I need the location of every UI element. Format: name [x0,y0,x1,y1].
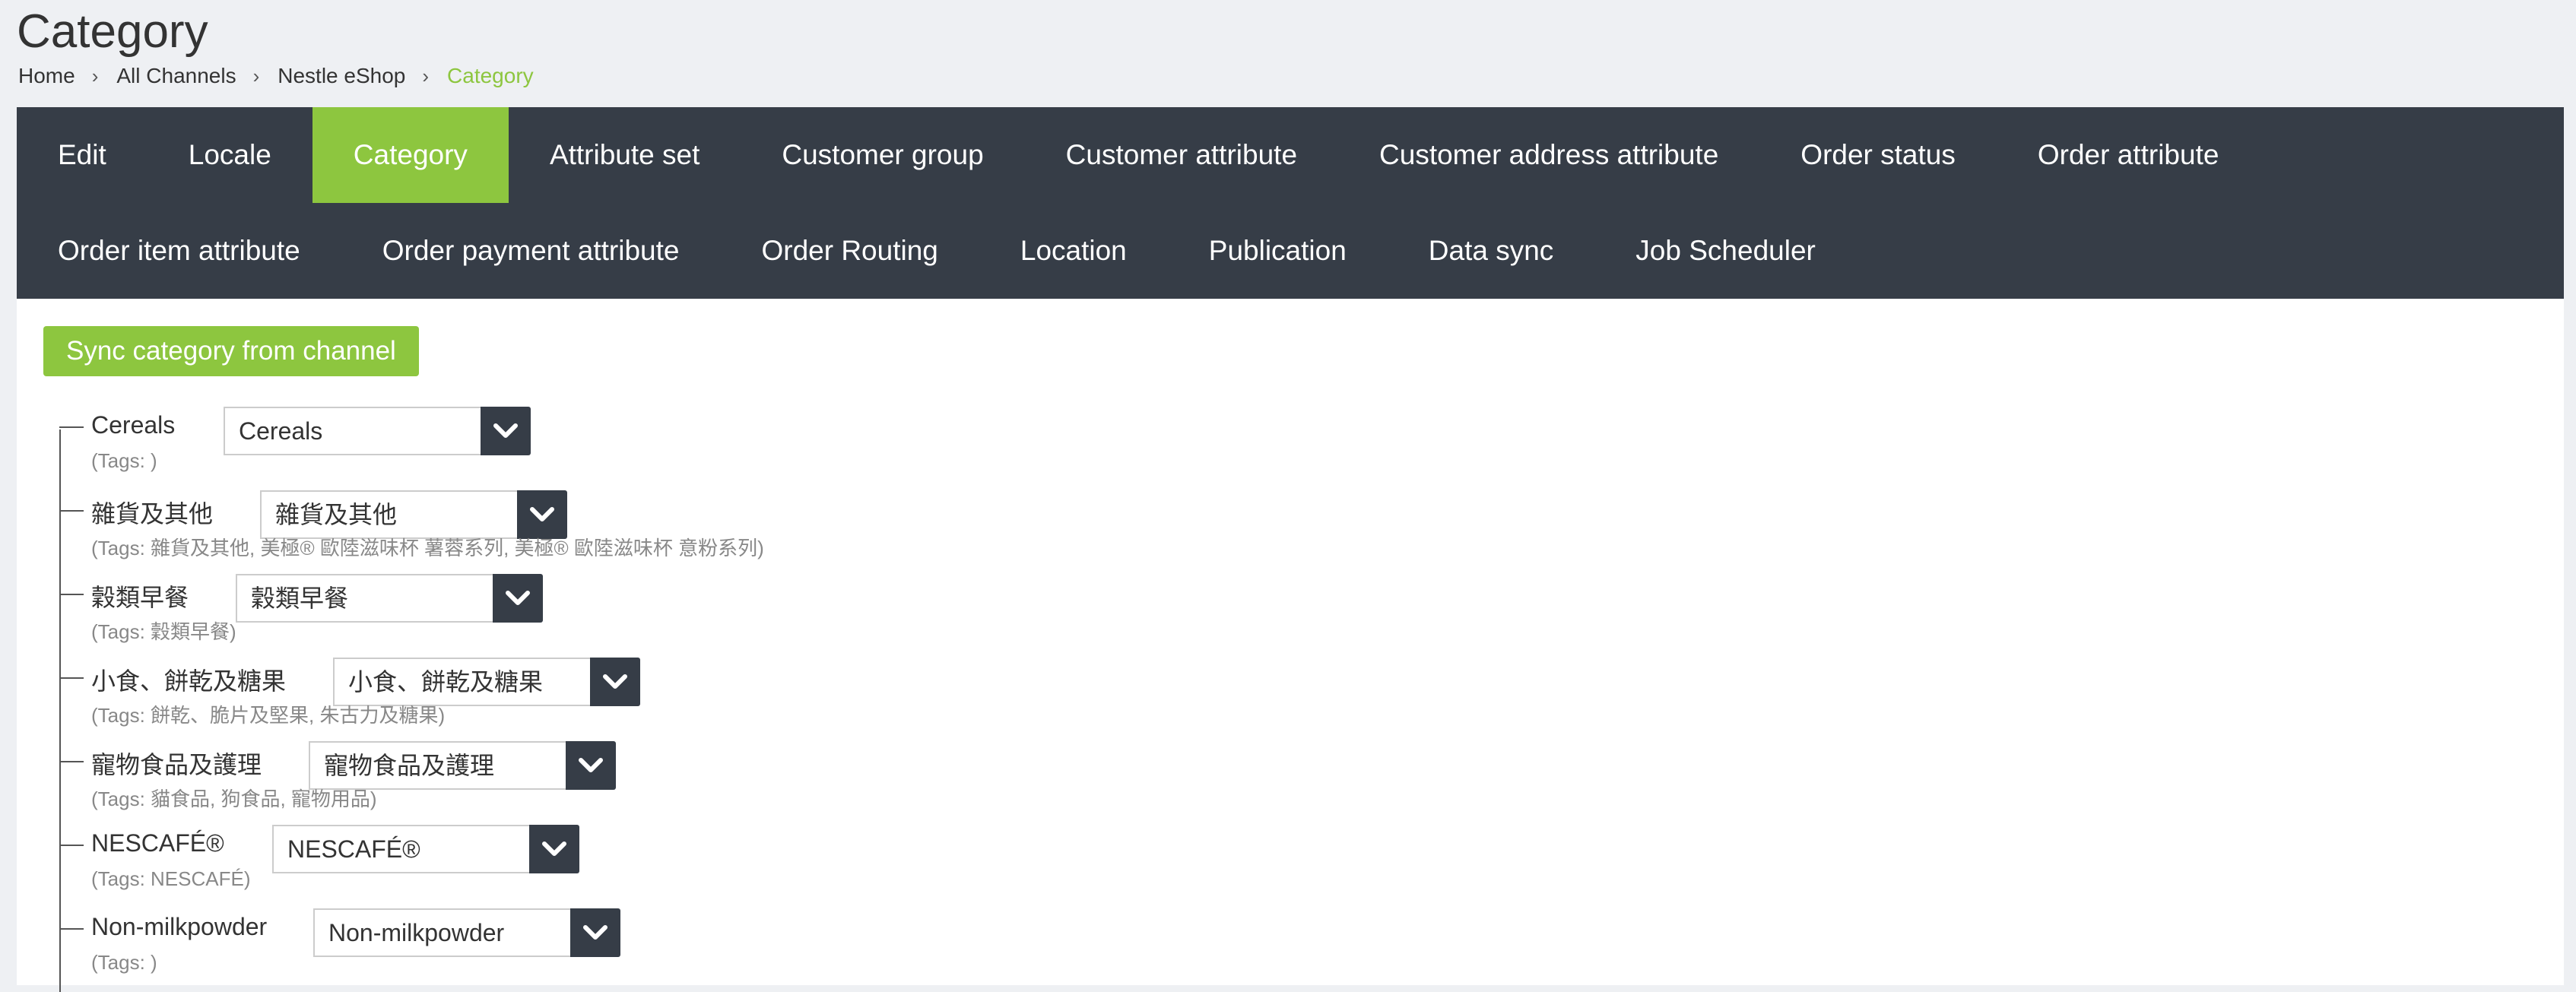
tree-line [59,429,61,992]
page-title: Category [17,5,208,58]
tab-locale[interactable]: Locale [148,107,312,203]
category-name: 小食、餅乾及糖果 [91,667,287,695]
category-name: Cereals [91,411,176,439]
category-select-value[interactable]: 寵物食品及護理 [309,741,566,790]
breadcrumb-current: Category [447,64,534,87]
category-tags: (Tags: 雜貨及其他, 美極® 歐陸滋味杯 薯蓉系列, 美極® 歐陸滋味杯 … [91,537,764,559]
category-select[interactable]: Non-milkpowder [313,908,620,957]
category-tags: (Tags: 餅乾、脆片及堅果, 朱古力及糖果) [91,704,446,727]
tab-location[interactable]: Location [979,203,1168,299]
category-name: NESCAFÉ® [91,829,224,857]
category-name: 寵物食品及護理 [91,751,262,778]
tab-row-1: Edit Locale Category Attribute set Custo… [17,107,2564,203]
tree-branch [59,761,84,762]
tree-branch [59,677,84,679]
chevron-down-icon[interactable] [517,490,567,539]
tab-publication[interactable]: Publication [1168,203,1388,299]
category-select[interactable]: 小食、餅乾及糖果 [333,658,640,706]
tab-order-item-attribute[interactable]: Order item attribute [17,203,341,299]
category-tags: (Tags: 貓食品, 狗食品, 寵物用品) [91,788,377,810]
tab-row-2: Order item attribute Order payment attri… [17,203,2564,299]
chevron-down-icon[interactable] [481,407,531,455]
tab-order-payment-attribute[interactable]: Order payment attribute [341,203,721,299]
category-name: Non-milkpowder [91,913,268,940]
chevron-right-icon: › [422,64,430,87]
chevron-down-icon[interactable] [590,658,640,706]
sync-category-button[interactable]: Sync category from channel [43,326,419,376]
tab-attribute-set[interactable]: Attribute set [509,107,741,203]
category-select-value[interactable]: 小食、餅乾及糖果 [333,658,590,706]
breadcrumb-channel[interactable]: Nestle eShop [278,64,405,88]
tab-edit[interactable]: Edit [17,107,148,203]
category-select[interactable]: 穀類早餐 [236,574,543,623]
chevron-down-icon[interactable] [566,741,616,790]
tab-customer-group[interactable]: Customer group [741,107,1024,203]
category-tags: (Tags: ) [91,951,157,974]
tab-customer-attribute[interactable]: Customer attribute [1025,107,1338,203]
category-name: 穀類早餐 [91,584,189,611]
tab-order-attribute[interactable]: Order attribute [1997,107,2260,203]
breadcrumb-home[interactable]: Home [18,64,75,88]
tab-order-status[interactable]: Order status [1759,107,1997,203]
tree-branch [59,510,84,512]
category-select-value[interactable]: Non-milkpowder [313,908,570,957]
chevron-down-icon[interactable] [570,908,620,957]
tab-order-routing[interactable]: Order Routing [720,203,979,299]
category-panel: Sync category from channel Cereals Cerea… [17,299,2564,992]
breadcrumb-all-channels[interactable]: All Channels [116,64,236,88]
category-select[interactable]: 雜貨及其他 [260,490,567,539]
tree-branch [59,845,84,846]
category-name: 雜貨及其他 [91,500,214,528]
breadcrumb: Home › All Channels › Nestle eShop › Cat… [18,64,534,88]
category-tags: (Tags: NESCAFÉ) [91,867,251,890]
chevron-down-icon[interactable] [493,574,543,623]
category-select[interactable]: NESCAFÉ® [272,825,579,873]
tree-branch [59,426,84,428]
tab-job-scheduler[interactable]: Job Scheduler [1594,203,1857,299]
chevron-down-icon[interactable] [529,825,579,873]
category-tags: (Tags: ) [91,449,157,472]
tree-branch [59,594,84,595]
chevron-right-icon: › [252,64,260,87]
tab-category[interactable]: Category [312,107,509,203]
tab-data-sync[interactable]: Data sync [1388,203,1595,299]
chevron-right-icon: › [91,64,99,87]
category-select[interactable]: 寵物食品及護理 [309,741,616,790]
category-select-value[interactable]: 雜貨及其他 [260,490,517,539]
category-tags: (Tags: 穀類早餐) [91,620,236,643]
category-select-value[interactable]: Cereals [224,407,481,455]
category-select[interactable]: Cereals [224,407,531,455]
tree-branch [59,928,84,930]
channel-tabs: Edit Locale Category Attribute set Custo… [17,107,2564,299]
category-select-value[interactable]: 穀類早餐 [236,574,493,623]
category-select-value[interactable]: NESCAFÉ® [272,825,529,873]
tab-customer-address-attribute[interactable]: Customer address attribute [1338,107,1759,203]
